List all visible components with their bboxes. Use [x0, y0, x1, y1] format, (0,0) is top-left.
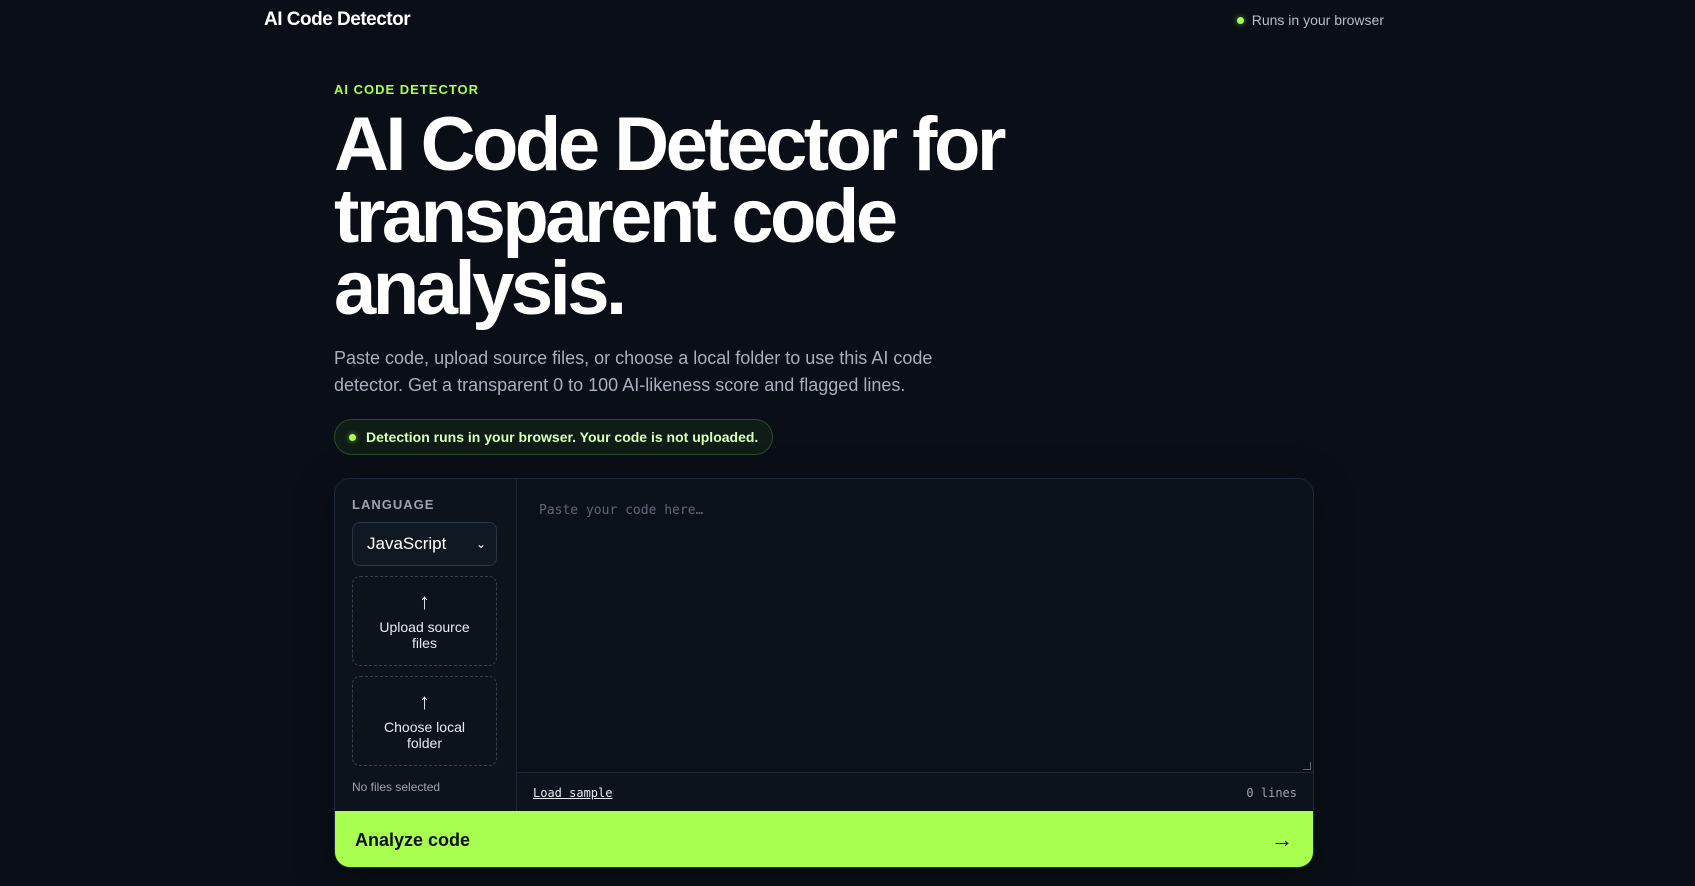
load-sample-button[interactable]: Load sample	[533, 786, 612, 800]
detector-panel: LANGUAGE JavaScript ⌄ ↑ Upload source fi…	[334, 478, 1314, 868]
choose-folder-label: Choose local folder	[384, 719, 465, 751]
file-status: No files selected	[352, 780, 441, 794]
chevron-down-icon: ⌄	[475, 537, 486, 551]
page-title: AI Code Detector for transparent code an…	[334, 102, 1006, 331]
language-label: LANGUAGE	[352, 497, 435, 512]
status-dot-icon	[1236, 16, 1244, 24]
line-count: 0 lines	[1246, 786, 1297, 800]
privacy-badge-text: Detection runs in your browser. Your cod…	[366, 429, 759, 445]
code-input-placeholder: Paste your code here…	[539, 503, 704, 518]
brand-logo[interactable]: AI Code Detector	[264, 9, 411, 31]
editor-footer: Load sample 0 lines	[517, 772, 1313, 811]
analyze-button[interactable]: Analyze code →	[335, 811, 1313, 867]
input-sidebar: LANGUAGE JavaScript ⌄ ↑ Upload source fi…	[335, 479, 517, 811]
language-select[interactable]: JavaScript ⌄	[352, 522, 497, 566]
upload-arrow-icon: ↑	[419, 589, 430, 614]
browser-status: Runs in your browser	[1236, 12, 1384, 28]
browser-status-text: Runs in your browser	[1251, 12, 1384, 28]
upload-files-label: Upload source files	[379, 619, 470, 651]
hero-subtitle: Paste code, upload source files, or choo…	[334, 348, 933, 395]
analyze-button-label: Analyze code	[355, 829, 471, 850]
upload-files-button[interactable]: ↑ Upload source files	[352, 576, 497, 666]
arrow-right-icon: →	[1271, 827, 1293, 852]
top-bar: AI Code Detector Runs in your browser	[0, 0, 1695, 42]
privacy-dot-icon	[349, 433, 356, 441]
resize-handle-icon[interactable]	[1303, 762, 1311, 770]
choose-folder-button[interactable]: ↑ Choose local folder	[352, 676, 497, 766]
hero-section: AI CODE DETECTOR AI Code Detector for tr…	[334, 82, 1234, 455]
privacy-badge: Detection runs in your browser. Your cod…	[334, 419, 774, 455]
folder-arrow-icon: ↑	[419, 689, 430, 714]
eyebrow-label: AI CODE DETECTOR	[334, 82, 480, 97]
code-input[interactable]: Paste your code here…	[517, 479, 1313, 772]
language-select-value: JavaScript	[367, 534, 447, 553]
